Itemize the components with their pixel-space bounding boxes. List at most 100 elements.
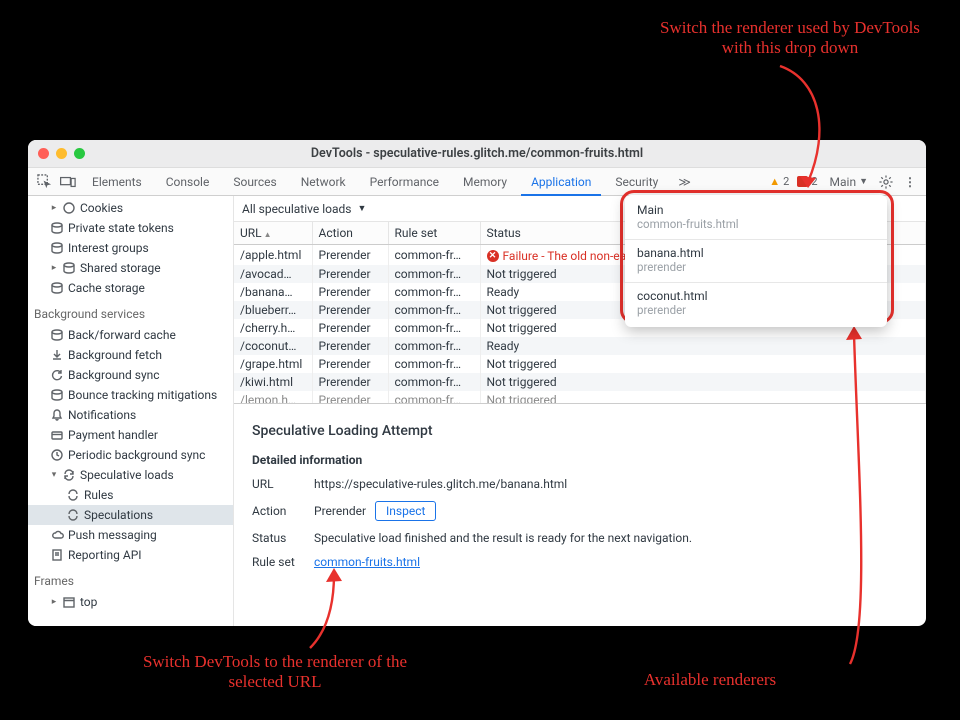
cell-ruleset: common-fr…: [388, 355, 480, 373]
sidebar-item-payment-handler[interactable]: Payment handler: [28, 425, 233, 445]
window-minimize-icon[interactable]: [56, 148, 67, 159]
sidebar-item-push-messaging[interactable]: Push messaging: [28, 525, 233, 545]
gear-icon[interactable]: [876, 173, 896, 191]
detail-url-label: URL: [252, 477, 314, 491]
cell-action: Prerender: [312, 355, 388, 373]
download-icon: [50, 348, 64, 362]
table-row[interactable]: /grape.htmlPrerendercommon-fr…Not trigge…: [234, 355, 926, 373]
cell-action: Prerender: [312, 244, 388, 265]
database-icon: [50, 388, 64, 402]
sidebar-item-private-state-tokens[interactable]: Private state tokens: [28, 218, 233, 238]
caret-down-icon: ▾: [50, 470, 58, 480]
sidebar-item-speculations[interactable]: Speculations: [28, 505, 233, 525]
database-icon: [62, 261, 76, 275]
tab-console[interactable]: Console: [156, 168, 220, 196]
detail-status-label: Status: [252, 531, 314, 545]
database-icon: [50, 221, 64, 235]
target-menu-item[interactable]: banana.htmlprerender: [625, 242, 887, 280]
sidebar-item-reporting-api[interactable]: Reporting API: [28, 545, 233, 565]
cell-ruleset: common-fr…: [388, 244, 480, 265]
document-icon: [50, 548, 64, 562]
sidebar-item-notifications[interactable]: Notifications: [28, 405, 233, 425]
sidebar-item-back-forward-cache[interactable]: Back/forward cache: [28, 325, 233, 345]
cell-action: Prerender: [312, 373, 388, 391]
details-subheading: Detailed information: [252, 453, 908, 467]
cell-action: Prerender: [312, 301, 388, 319]
issues-error-badge[interactable]: 2: [797, 175, 817, 188]
tab-network[interactable]: Network: [291, 168, 356, 196]
cell-action: Prerender: [312, 337, 388, 355]
cookies-icon: [62, 201, 76, 215]
sync-icon: [66, 488, 80, 502]
cell-action: Prerender: [312, 319, 388, 337]
table-row[interactable]: /kiwi.htmlPrerendercommon-fr…Not trigger…: [234, 373, 926, 391]
sidebar-item-shared-storage[interactable]: ▸Shared storage: [28, 258, 233, 278]
cell-ruleset: common-fr…: [388, 319, 480, 337]
cell-status: Not triggered: [480, 391, 926, 405]
inspect-button[interactable]: Inspect: [375, 501, 436, 521]
target-dropdown[interactable]: Main ▼: [826, 172, 872, 192]
window-traffic-lights[interactable]: [38, 148, 85, 159]
table-row[interactable]: /coconut…Prerendercommon-fr…Ready: [234, 337, 926, 355]
annotation-right: Available renderers: [600, 670, 820, 690]
device-mode-icon[interactable]: [58, 173, 78, 191]
sidebar-item-rules[interactable]: Rules: [28, 485, 233, 505]
cell-ruleset: common-fr…: [388, 391, 480, 405]
sidebar-item-frame-top[interactable]: ▸top: [28, 592, 233, 612]
cell-action: Prerender: [312, 265, 388, 283]
sidebar-heading-frames: Frames: [28, 571, 233, 591]
table-row[interactable]: /lemon.h…Prerendercommon-fr…Not triggere…: [234, 391, 926, 405]
cell-ruleset: common-fr…: [388, 373, 480, 391]
error-stop-icon: [797, 176, 808, 187]
tab-performance[interactable]: Performance: [360, 168, 449, 196]
target-item-title: coconut.html: [637, 289, 875, 303]
credit-card-icon: [50, 428, 64, 442]
cell-url: /avocad…: [234, 265, 312, 283]
sync-icon: [62, 468, 76, 482]
sidebar-item-bounce-tracking[interactable]: Bounce tracking mitigations: [28, 385, 233, 405]
sidebar-item-background-sync[interactable]: Background sync: [28, 365, 233, 385]
sidebar-item-background-fetch[interactable]: Background fetch: [28, 345, 233, 365]
target-item-title: banana.html: [637, 246, 875, 260]
sidebar-item-cookies[interactable]: ▸Cookies: [28, 198, 233, 218]
cell-status: Ready: [480, 337, 926, 355]
tab-sources[interactable]: Sources: [223, 168, 286, 196]
caret-right-icon: ▸: [50, 203, 58, 213]
warning-triangle-icon: ▲: [769, 175, 780, 188]
cell-url: /coconut…: [234, 337, 312, 355]
col-url[interactable]: URL▲: [234, 222, 312, 244]
target-dropdown-menu[interactable]: Maincommon-fruits.html banana.htmlprerend…: [625, 195, 887, 327]
sidebar-item-interest-groups[interactable]: Interest groups: [28, 238, 233, 258]
annotation-bottom: Switch DevTools to the renderer of the s…: [140, 652, 410, 693]
tab-elements[interactable]: Elements: [82, 168, 152, 196]
database-icon: [50, 328, 64, 342]
cell-action: Prerender: [312, 283, 388, 301]
detail-action-value: Prerender: [314, 504, 366, 518]
clock-icon: [50, 448, 64, 462]
detail-ruleset-link[interactable]: common-fruits.html: [314, 555, 420, 569]
window-close-icon[interactable]: [38, 148, 49, 159]
cell-url: /cherry.h…: [234, 319, 312, 337]
issues-warning-badge[interactable]: ▲ 2: [769, 175, 789, 188]
window-zoom-icon[interactable]: [74, 148, 85, 159]
kebab-menu-icon[interactable]: ⋮: [900, 173, 920, 191]
col-ruleset[interactable]: Rule set: [388, 222, 480, 244]
detail-action-label: Action: [252, 504, 314, 518]
bell-icon: [50, 408, 64, 422]
target-item-subtitle: prerender: [637, 260, 875, 274]
sidebar-item-periodic-sync[interactable]: Periodic background sync: [28, 445, 233, 465]
sidebar-item-speculative-loads[interactable]: ▾Speculative loads: [28, 465, 233, 485]
cell-ruleset: common-fr…: [388, 283, 480, 301]
caret-right-icon: ▸: [50, 263, 58, 273]
application-sidebar[interactable]: ▸Cookies Private state tokens Interest g…: [28, 196, 234, 626]
target-menu-item[interactable]: Maincommon-fruits.html: [625, 199, 887, 237]
target-menu-item[interactable]: coconut.htmlprerender: [625, 285, 887, 323]
cell-status: Not triggered: [480, 373, 926, 391]
col-action[interactable]: Action: [312, 222, 388, 244]
window-title: DevTools - speculative-rules.glitch.me/c…: [28, 146, 926, 161]
sidebar-item-cache-storage[interactable]: Cache storage: [28, 278, 233, 298]
inspect-element-icon[interactable]: [34, 173, 54, 191]
tab-memory[interactable]: Memory: [453, 168, 517, 196]
tab-application[interactable]: Application: [521, 168, 601, 196]
cell-ruleset: common-fr…: [388, 337, 480, 355]
